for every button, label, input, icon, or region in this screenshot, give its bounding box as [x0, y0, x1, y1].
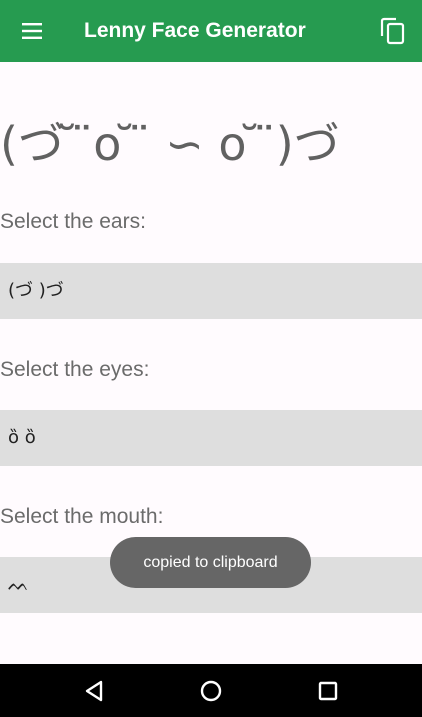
- hamburger-menu-icon: [22, 23, 42, 39]
- copy-icon: [380, 17, 405, 45]
- ears-selector[interactable]: (づ )づ: [0, 263, 422, 319]
- system-nav-bar: [0, 664, 422, 717]
- recents-square-icon: [318, 681, 338, 701]
- back-button[interactable]: [70, 670, 118, 712]
- app-title: Lenny Face Generator: [84, 19, 306, 42]
- home-button[interactable]: [187, 670, 235, 712]
- copy-button[interactable]: [374, 13, 412, 49]
- eyes-selector[interactable]: ȍ ȍ: [0, 410, 422, 466]
- lenny-face-preview: (づ ̆ ̈o ̆ ̈ ∽ o ̆ ̈)づ: [0, 117, 340, 171]
- app-bar: Lenny Face Generator: [0, 0, 422, 62]
- ears-label: Select the ears:: [0, 210, 146, 233]
- recents-button[interactable]: [304, 670, 352, 712]
- toast-message: copied to clipboard: [110, 537, 311, 588]
- menu-button[interactable]: [14, 13, 50, 49]
- home-circle-icon: [200, 680, 222, 702]
- eyes-label: Select the eyes:: [0, 358, 150, 381]
- mouth-label: Select the mouth:: [0, 505, 164, 528]
- back-triangle-icon: [85, 680, 103, 702]
